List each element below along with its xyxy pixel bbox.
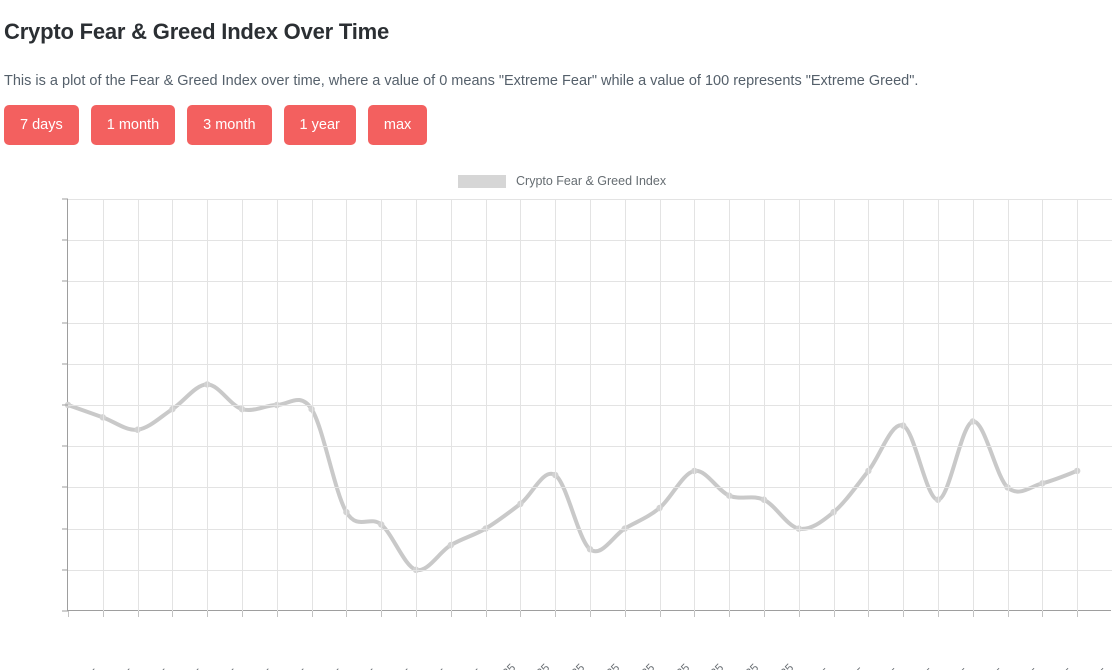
gridline-vertical: [242, 199, 243, 611]
x-tick-mark: [346, 611, 348, 617]
gridline-vertical: [972, 199, 974, 611]
chart-legend[interactable]: Crypto Fear & Greed Index: [458, 174, 666, 188]
x-tick-mark: [729, 611, 731, 617]
x-tick-mark: [416, 611, 417, 617]
legend-swatch-icon: [458, 174, 506, 188]
y-tick-mark: [62, 363, 68, 365]
x-tick-mark: [972, 611, 974, 617]
y-tick-mark: [62, 404, 68, 406]
x-tick-mark: [764, 611, 765, 617]
x-tick-mark: [659, 611, 661, 617]
legend-label: Crypto Fear & Greed Index: [516, 174, 667, 188]
page-description: This is a plot of the Fear & Greed Index…: [4, 72, 919, 89]
plot-area: 010203040506070809010017 Feb, 202518 Feb…: [46, 198, 1112, 670]
y-tick-mark: [62, 239, 68, 241]
x-tick-mark: [242, 611, 243, 617]
x-tick-mark: [624, 611, 626, 617]
x-tick-mark: [868, 611, 870, 617]
y-tick-mark: [62, 322, 68, 324]
x-tick-mark: [381, 611, 383, 617]
gridline-vertical: [172, 199, 174, 611]
gridline-vertical: [938, 199, 939, 611]
x-tick-mark: [276, 611, 278, 617]
y-tick-mark: [62, 280, 68, 282]
gridline-vertical: [729, 199, 731, 611]
gridline-vertical: [1042, 199, 1044, 611]
x-tick-mark: [590, 611, 591, 617]
x-tick-mark: [520, 611, 522, 617]
x-tick-mark: [68, 611, 69, 617]
range-button-max[interactable]: max: [367, 105, 428, 145]
gridline-vertical: [798, 199, 800, 611]
x-tick-mark: [1007, 611, 1009, 617]
gridline-vertical: [520, 199, 522, 611]
gridline-vertical: [555, 199, 557, 611]
x-tick-mark: [903, 611, 905, 617]
time-range-button-group: 7 days 1 month 3 month 1 year max: [4, 105, 428, 145]
range-button-3-month[interactable]: 3 month: [187, 105, 272, 145]
gridline-vertical: [868, 199, 870, 611]
gridline-vertical: [346, 199, 348, 611]
page-root: Crypto Fear & Greed Index Over Time This…: [0, 0, 1119, 670]
y-tick-mark: [62, 445, 68, 447]
gridline-vertical: [659, 199, 661, 611]
gridline-vertical: [1007, 199, 1009, 611]
gridline-vertical: [694, 199, 696, 611]
gridline-vertical: [590, 199, 591, 611]
gridline-vertical: [276, 199, 278, 611]
page-title: Crypto Fear & Greed Index Over Time: [4, 18, 390, 44]
gridline-vertical: [381, 199, 383, 611]
gridline-vertical: [207, 199, 209, 611]
x-tick-mark: [172, 611, 174, 617]
x-tick-mark: [694, 611, 696, 617]
gridline-vertical: [416, 199, 417, 611]
x-tick-mark: [938, 611, 939, 617]
y-axis-label: Value: [0, 528, 1, 558]
chart-container: Crypto Fear & Greed Index Value 01020304…: [0, 168, 1119, 670]
x-tick-mark: [450, 611, 452, 617]
x-tick-mark: [833, 611, 835, 617]
x-tick-mark: [311, 611, 313, 617]
x-tick-mark: [1077, 611, 1079, 617]
gridline-vertical: [137, 199, 139, 611]
gridline-vertical: [1077, 199, 1079, 611]
gridline-vertical: [903, 199, 905, 611]
gridline-vertical: [764, 199, 765, 611]
gridline-vertical: [102, 199, 104, 611]
x-tick-mark: [798, 611, 800, 617]
x-tick-mark: [137, 611, 139, 617]
x-tick-mark: [1042, 611, 1044, 617]
gridline-vertical: [624, 199, 626, 611]
x-tick-mark: [102, 611, 104, 617]
x-tick-mark: [485, 611, 487, 617]
series-line-crypto-fear-greed-index: [66, 382, 1080, 573]
gridline-vertical: [311, 199, 313, 611]
gridline-vertical: [450, 199, 452, 611]
x-tick-mark: [555, 611, 557, 617]
y-tick-mark: [62, 528, 68, 530]
range-button-1-year[interactable]: 1 year: [283, 105, 356, 145]
y-tick-mark: [62, 486, 68, 488]
x-tick-mark: [207, 611, 209, 617]
gridline-vertical: [485, 199, 487, 611]
range-button-1-month[interactable]: 1 month: [90, 105, 176, 145]
gridline-vertical: [833, 199, 835, 611]
range-button-7-days[interactable]: 7 days: [4, 105, 79, 145]
y-tick-mark: [62, 569, 68, 571]
y-tick-mark: [62, 198, 68, 200]
